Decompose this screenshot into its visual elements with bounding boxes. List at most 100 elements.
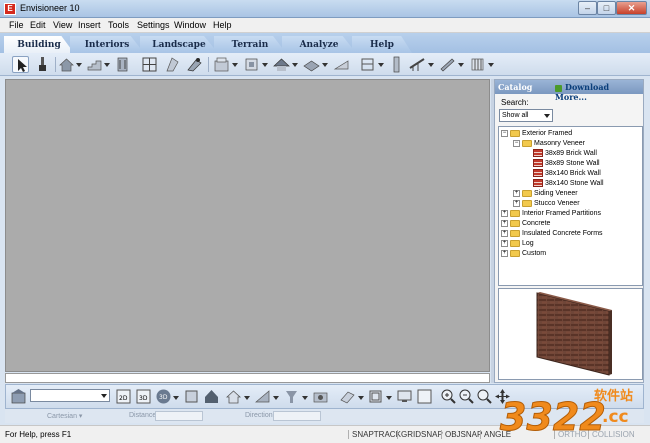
shading-icon[interactable] (254, 388, 271, 405)
menu-settings[interactable]: Settings (137, 20, 170, 30)
tree-node[interactable]: + Stucco Veneer (513, 199, 580, 209)
opening-icon[interactable] (164, 56, 181, 73)
house-icon[interactable] (58, 56, 75, 73)
expand-icon[interactable]: + (501, 219, 508, 227)
objsnap-toggle[interactable]: OBJSNAP (441, 430, 482, 439)
house-outline-icon[interactable] (225, 388, 242, 405)
tab-interiors[interactable]: Interiors (70, 36, 144, 53)
collapse-icon[interactable]: − (501, 129, 508, 137)
building-view-icon[interactable] (10, 388, 27, 405)
ceiling-icon[interactable] (333, 56, 350, 73)
distance-field[interactable] (155, 411, 203, 421)
column-icon[interactable] (388, 56, 405, 73)
window-icon[interactable] (141, 56, 158, 73)
lighting-icon[interactable] (283, 388, 300, 405)
camera-icon[interactable] (312, 388, 329, 405)
tab-analyze[interactable]: Analyze (282, 36, 356, 53)
chevron-down-icon[interactable] (302, 396, 308, 400)
tree-node[interactable]: 38x140 Brick Wall (533, 169, 601, 179)
roof-icon[interactable] (273, 56, 290, 73)
chevron-down-icon[interactable] (244, 396, 250, 400)
elevation-icon[interactable] (367, 388, 384, 405)
tree-node[interactable]: + Insulated Concrete Forms (501, 229, 603, 239)
door-icon[interactable] (114, 56, 131, 73)
fixture-icon[interactable] (243, 56, 260, 73)
chevron-down-icon[interactable] (232, 63, 238, 67)
chevron-down-icon[interactable] (386, 396, 392, 400)
close-button[interactable]: ✕ (616, 1, 647, 15)
menu-edit[interactable]: Edit (30, 20, 46, 30)
tree-node[interactable]: + Concrete (501, 219, 550, 229)
search-filter-select[interactable]: Show all (499, 109, 553, 122)
snaptrack-toggle[interactable]: SNAPTRACK (348, 430, 401, 439)
menu-view[interactable]: View (53, 20, 72, 30)
wall-tool-icon[interactable] (186, 56, 203, 73)
expand-icon[interactable]: + (501, 249, 508, 257)
tree-node[interactable]: + Interior Framed Partitions (501, 209, 601, 219)
framing-icon[interactable] (359, 56, 376, 73)
direction-field[interactable] (273, 411, 321, 421)
command-line[interactable] (5, 373, 490, 383)
menu-window[interactable]: Window (174, 20, 206, 30)
section-icon[interactable] (339, 388, 356, 405)
zoom-window-icon[interactable] (476, 388, 493, 405)
zoom-out-icon[interactable] (458, 388, 475, 405)
expand-icon[interactable]: + (501, 239, 508, 247)
coordinate-mode[interactable]: Cartesian ▾ (47, 412, 82, 420)
expand-icon[interactable]: + (513, 189, 520, 197)
perspective-icon[interactable] (183, 388, 200, 405)
chevron-down-icon[interactable] (76, 63, 82, 67)
frame-icon[interactable] (416, 388, 433, 405)
view-3d-icon[interactable]: 3D (155, 388, 172, 405)
house-3d-icon[interactable] (203, 388, 220, 405)
tree-node[interactable]: − Exterior Framed (501, 129, 572, 139)
maximize-button[interactable]: □ (597, 1, 616, 15)
chevron-down-icon[interactable] (488, 63, 494, 67)
floor-icon[interactable] (303, 56, 320, 73)
menu-file[interactable]: File (9, 20, 24, 30)
chevron-down-icon[interactable] (173, 396, 179, 400)
fence-icon[interactable] (469, 56, 486, 73)
chevron-down-icon[interactable] (428, 63, 434, 67)
chevron-down-icon[interactable] (292, 63, 298, 67)
minimize-button[interactable]: – (578, 1, 597, 15)
tab-landscape[interactable]: Landscape (140, 36, 218, 53)
cabinet-icon[interactable] (213, 56, 230, 73)
plan-3d-icon[interactable]: 3D (135, 388, 152, 405)
expand-icon[interactable]: + (501, 229, 508, 237)
beam-icon[interactable] (439, 56, 456, 73)
tree-node[interactable]: + Siding Veneer (513, 189, 578, 199)
railing-icon[interactable] (409, 56, 426, 73)
tree-node[interactable]: + Custom (501, 249, 546, 259)
tab-building[interactable]: Building (4, 36, 74, 53)
plan-2d-icon[interactable]: 2D (115, 388, 132, 405)
menu-tools[interactable]: Tools (108, 20, 129, 30)
chevron-down-icon[interactable] (378, 63, 384, 67)
chevron-down-icon[interactable] (273, 396, 279, 400)
chevron-down-icon[interactable] (458, 63, 464, 67)
menu-insert[interactable]: Insert (78, 20, 101, 30)
tree-node[interactable]: − Masonry Veneer (513, 139, 585, 149)
chevron-down-icon[interactable] (104, 63, 110, 67)
tree-node[interactable]: 38x140 Stone Wall (533, 179, 604, 189)
drawing-canvas[interactable] (5, 79, 490, 372)
monitor-icon[interactable] (396, 388, 413, 405)
tree-node[interactable]: + Log (501, 239, 534, 249)
gridsnap-toggle[interactable]: GRIDSNAP (397, 430, 443, 439)
expand-icon[interactable]: + (513, 199, 520, 207)
select-tool-icon[interactable] (12, 56, 29, 73)
zoom-in-icon[interactable] (440, 388, 457, 405)
chevron-down-icon[interactable] (322, 63, 328, 67)
chevron-down-icon[interactable] (358, 396, 364, 400)
tab-help[interactable]: Help (352, 36, 412, 53)
chevron-down-icon[interactable] (262, 63, 268, 67)
tree-node[interactable]: 38x89 Stone Wall (533, 159, 600, 169)
tree-node[interactable]: 38x89 Brick Wall (533, 149, 597, 159)
expand-icon[interactable]: + (501, 209, 508, 217)
menu-help[interactable]: Help (213, 20, 232, 30)
floor-level-select[interactable] (30, 389, 110, 402)
download-more-link[interactable]: Download More... (555, 82, 643, 102)
collapse-icon[interactable]: − (513, 139, 520, 147)
stairs-icon[interactable] (86, 56, 103, 73)
paintbrush-icon[interactable] (34, 56, 51, 73)
